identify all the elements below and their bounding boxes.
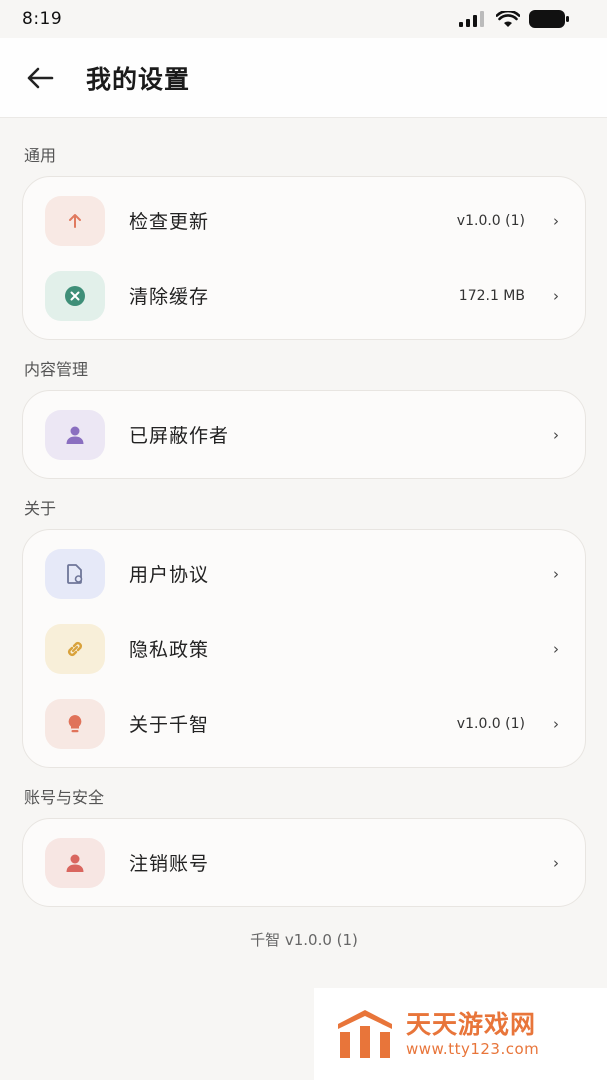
section-label-content: 内容管理 (24, 360, 89, 379)
status-bar: 8:19 (0, 0, 607, 38)
row-label: 检查更新 (129, 211, 210, 233)
status-time: 8:19 (22, 9, 63, 29)
chevron-right-icon: › (553, 425, 559, 444)
watermark-logo-icon (338, 1010, 392, 1058)
delete-account-row[interactable]: 注销账号 › (23, 825, 585, 900)
privacy-policy-row[interactable]: 隐私政策 › (23, 611, 585, 686)
watermark: 天天游戏网 www.tty123.com (314, 988, 607, 1080)
row-value: v1.0.0 (1) (456, 715, 525, 732)
row-label: 隐私政策 (129, 639, 210, 661)
row-label: 清除缓存 (129, 286, 210, 308)
settings-content: 通用 检查更新 v1.0.0 (1) › 清除缓存 172.1 MB › 内容管… (0, 118, 607, 950)
chevron-right-icon: › (553, 211, 559, 230)
person-icon (45, 837, 105, 888)
settings-card-account: 注销账号 › (22, 818, 586, 907)
page-title: 我的设置 (86, 64, 191, 94)
watermark-url: www.tty123.com (406, 1040, 540, 1058)
arrow-up-icon (45, 195, 105, 246)
back-button[interactable] (0, 38, 80, 118)
signal-icon (459, 11, 484, 27)
row-label: 已屏蔽作者 (129, 425, 230, 447)
battery-icon (529, 10, 569, 28)
row-label: 关于千智 (129, 714, 210, 736)
blocked-authors-row[interactable]: 已屏蔽作者 › (23, 397, 585, 472)
document-icon (45, 548, 105, 599)
row-label: 注销账号 (129, 853, 210, 875)
section-label-account: 账号与安全 (24, 788, 105, 807)
chevron-right-icon: › (553, 639, 559, 658)
person-icon (45, 409, 105, 460)
user-agreement-row[interactable]: 用户协议 › (23, 536, 585, 611)
row-value: 172.1 MB (458, 287, 525, 304)
about-app-row[interactable]: 关于千智 v1.0.0 (1) › (23, 686, 585, 761)
row-value: v1.0.0 (1) (456, 212, 525, 229)
app-version-footer: 千智 v1.0.0 (1) (250, 931, 358, 949)
settings-card-about: 用户协议 › 隐私政策 › 关于千智 v1.0.0 (1) › (22, 529, 586, 768)
watermark-text: 天天游戏网 www.tty123.com (406, 1010, 539, 1058)
lightbulb-icon (45, 698, 105, 749)
app-header: 我的设置 (0, 38, 607, 118)
wifi-icon (496, 10, 520, 27)
watermark-title: 天天游戏网 (406, 1010, 537, 1039)
section-label-general: 通用 (24, 146, 57, 165)
row-label: 用户协议 (129, 564, 210, 586)
status-icons (459, 10, 569, 28)
settings-card-general: 检查更新 v1.0.0 (1) › 清除缓存 172.1 MB › (22, 176, 586, 340)
check-update-row[interactable]: 检查更新 v1.0.0 (1) › (23, 183, 585, 258)
clear-cache-row[interactable]: 清除缓存 172.1 MB › (23, 258, 585, 333)
arrow-left-icon (27, 67, 54, 88)
settings-card-content: 已屏蔽作者 › (22, 390, 586, 479)
link-icon (45, 623, 105, 674)
section-label-about: 关于 (24, 499, 57, 518)
chevron-right-icon: › (553, 564, 559, 583)
chevron-right-icon: › (553, 286, 559, 305)
chevron-right-icon: › (553, 714, 559, 733)
chevron-right-icon: › (553, 853, 559, 872)
clear-cache-icon (45, 270, 105, 321)
